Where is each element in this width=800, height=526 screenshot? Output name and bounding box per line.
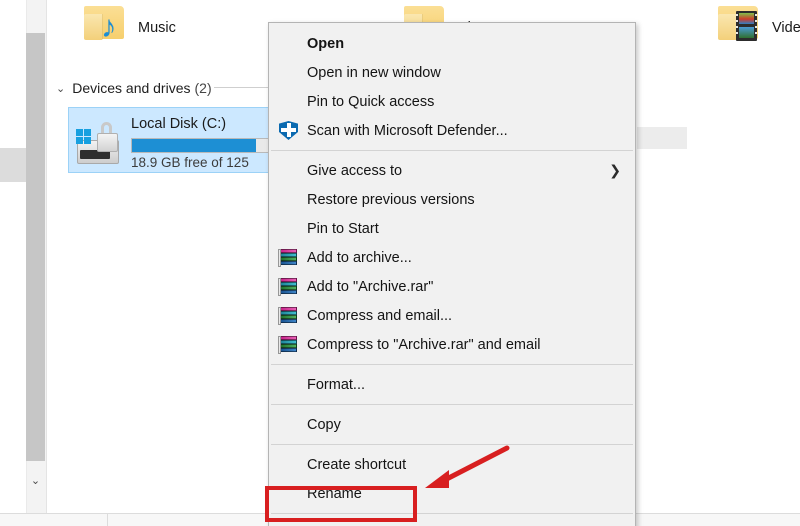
menu-item-add-to-archiverar[interactable]: Add to "Archive.rar"	[269, 272, 635, 301]
menu-item-label: Format...	[307, 376, 366, 393]
menu-separator	[271, 444, 633, 445]
drive-free-space-label: 18.9 GB free of 125	[131, 155, 249, 170]
menu-item-copy[interactable]: Copy	[269, 410, 635, 439]
group-header-count: (2)	[194, 80, 212, 96]
defender-shield-icon	[279, 120, 307, 142]
winrar-books-icon	[278, 305, 307, 327]
chevron-down-icon[interactable]: ⌄	[56, 82, 65, 95]
context-menu[interactable]: Open Open in new window Pin to Quick acces…	[268, 22, 636, 526]
menu-item-label: Rename	[307, 485, 362, 502]
menu-item-label: Pin to Start	[307, 220, 379, 237]
menu-icon-empty	[279, 33, 307, 55]
menu-item-compress-to-archiverar-and-email[interactable]: Compress to "Archive.rar" and email	[269, 330, 635, 359]
folder-tile-label: Music	[138, 20, 176, 36]
group-header-title: Devices and drives	[72, 80, 191, 96]
menu-item-label: Copy	[307, 416, 341, 433]
menu-icon-empty	[279, 414, 307, 436]
menu-icon-empty	[279, 454, 307, 476]
drive-capacity-bar	[131, 138, 279, 153]
drive-tile-local-disk-c[interactable]: Local Disk (C:) 18.9 GB free of 125	[68, 107, 280, 173]
menu-item-label: Compress to "Archive.rar" and email	[307, 336, 541, 353]
menu-item-label: Add to archive...	[307, 249, 412, 266]
menu-item-label: Compress and email...	[307, 307, 453, 324]
menu-item-pin-to-start[interactable]: Pin to Start	[269, 214, 635, 243]
chevron-right-icon[interactable]: ❯	[609, 163, 621, 179]
folder-tile-videos[interactable]: Vide	[714, 2, 800, 44]
menu-item-properties[interactable]: Properties	[269, 519, 635, 526]
menu-item-create-shortcut[interactable]: Create shortcut	[269, 450, 635, 479]
menu-item-label: Give access to	[307, 162, 403, 179]
menu-icon-empty	[279, 523, 307, 526]
menu-icon-empty	[279, 62, 307, 84]
status-bar-divider	[107, 514, 108, 526]
folder-tile-label: Vide	[772, 20, 800, 36]
scroll-down-chevron-icon[interactable]: ⌄	[26, 470, 45, 492]
menu-item-open[interactable]: Open	[269, 29, 635, 58]
menu-item-label: Restore previous versions	[307, 191, 475, 208]
menu-item-open-in-new-window[interactable]: Open in new window	[269, 58, 635, 87]
menu-separator	[271, 404, 633, 405]
menu-item-give-access-to[interactable]: Give access to ❯	[269, 156, 635, 185]
menu-item-label: Open	[307, 35, 345, 52]
occluded-content-filler	[637, 127, 687, 149]
menu-separator	[271, 150, 633, 151]
folder-videos-icon	[714, 2, 762, 44]
file-explorer-screenshot: ⌄ ♪ Music Pictures	[0, 0, 800, 526]
folder-music-icon: ♪	[80, 2, 128, 44]
menu-item-compress-and-email[interactable]: Compress and email...	[269, 301, 635, 330]
winrar-books-icon	[278, 276, 307, 298]
menu-item-label: Add to "Archive.rar"	[307, 278, 434, 295]
group-header-devices-and-drives[interactable]: ⌄ Devices and drives (2)	[56, 80, 212, 96]
menu-item-label: Open in new window	[307, 64, 441, 81]
drive-name-label: Local Disk (C:)	[131, 116, 227, 132]
menu-item-scan-with-microsoft-defender[interactable]: Scan with Microsoft Defender...	[269, 116, 635, 145]
menu-icon-empty	[279, 374, 307, 396]
winrar-books-icon	[278, 334, 307, 356]
windows-logo-icon	[76, 129, 92, 145]
folder-tile-music[interactable]: ♪ Music	[80, 2, 176, 44]
hard-drive-icon	[75, 120, 131, 166]
menu-item-label: Scan with Microsoft Defender...	[307, 122, 508, 139]
menu-item-add-to-archive[interactable]: Add to archive...	[269, 243, 635, 272]
navigation-pane-remnant	[0, 148, 27, 182]
menu-separator	[271, 364, 633, 365]
menu-icon-empty	[279, 218, 307, 240]
menu-item-restore-previous-versions[interactable]: Restore previous versions	[269, 185, 635, 214]
menu-icon-empty	[279, 483, 307, 505]
menu-icon-empty	[279, 160, 307, 182]
menu-item-label: Pin to Quick access	[307, 93, 435, 110]
menu-item-label: Create shortcut	[307, 456, 407, 473]
content-vertical-scrollbar-thumb[interactable]	[26, 33, 45, 461]
menu-item-rename[interactable]: Rename	[269, 479, 635, 508]
drive-capacity-bar-fill	[132, 139, 257, 152]
menu-item-format[interactable]: Format...	[269, 370, 635, 399]
menu-item-pin-to-quick-access[interactable]: Pin to Quick access	[269, 87, 635, 116]
winrar-books-icon	[278, 247, 307, 269]
menu-separator	[271, 513, 633, 514]
menu-icon-empty	[279, 189, 307, 211]
bitlocker-lock-icon	[97, 122, 118, 152]
menu-icon-empty	[279, 91, 307, 113]
